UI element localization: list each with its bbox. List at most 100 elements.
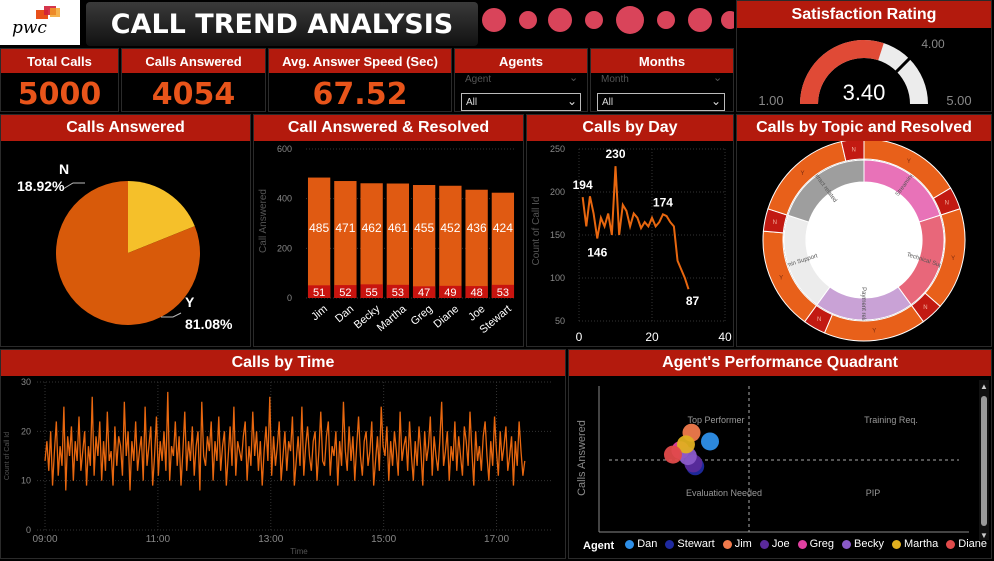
y-tick-label: 250 bbox=[550, 144, 565, 154]
bar-value-label: 485 bbox=[309, 221, 329, 235]
kpi-value: 5000 bbox=[17, 77, 102, 112]
legend-item[interactable]: Martha bbox=[892, 538, 938, 550]
chevron-down-icon: ⌄ bbox=[569, 72, 579, 84]
data-label: 230 bbox=[605, 147, 625, 161]
bar-value-label: 53 bbox=[392, 287, 404, 299]
legend-label: Greg bbox=[809, 538, 835, 550]
legend-swatch bbox=[759, 539, 769, 549]
logo: pwc bbox=[0, 0, 80, 45]
kpi-label: Avg. Answer Speed (Sec) bbox=[269, 49, 451, 73]
resolved-label: Y bbox=[907, 159, 911, 165]
y-tick-label: 0 bbox=[287, 293, 292, 303]
y-tick-label: 100 bbox=[550, 273, 565, 283]
bar-answered bbox=[412, 185, 436, 298]
bar-answered bbox=[465, 189, 488, 298]
series-line bbox=[44, 391, 526, 491]
y-tick-label: 30 bbox=[21, 377, 31, 387]
slicer-label: Agents bbox=[455, 49, 587, 73]
y-tick-label: 200 bbox=[277, 243, 292, 253]
legend-item[interactable]: Diane bbox=[946, 538, 987, 550]
bar-answered bbox=[307, 177, 331, 298]
donut-hole bbox=[806, 182, 922, 298]
x-tick-label: 0 bbox=[576, 330, 583, 344]
panel-title: Calls by Topic and Resolved bbox=[737, 115, 991, 141]
y-tick-label: 150 bbox=[550, 230, 565, 240]
legend-item[interactable]: Becky bbox=[842, 538, 884, 550]
scrollbar[interactable]: ▲ ▼ bbox=[979, 380, 989, 540]
resolved-label: N bbox=[817, 317, 821, 323]
bar-value-label: 461 bbox=[388, 221, 408, 235]
legend-label: Becky bbox=[854, 538, 885, 550]
agent-quadrant-panel: Agent's Performance Quadrant Calls Answe… bbox=[568, 349, 992, 559]
y-tick-label: 50 bbox=[555, 316, 565, 326]
bar-value-label: 55 bbox=[366, 287, 378, 299]
legend-item[interactable]: Joe bbox=[759, 538, 790, 550]
month-dropdown[interactable]: All ⌄ bbox=[597, 93, 725, 111]
kpi-total-calls: Total Calls 5000 bbox=[0, 48, 119, 112]
data-label: 87 bbox=[686, 294, 700, 308]
pie-percent-y: 81.08% bbox=[185, 316, 233, 332]
quadrant-label: PIP bbox=[866, 488, 881, 498]
kpi-label: Calls Answered bbox=[122, 49, 265, 73]
bar-value-label: 436 bbox=[467, 221, 487, 235]
legend-label: Jim bbox=[734, 538, 752, 550]
legend-item[interactable]: Jim bbox=[722, 538, 752, 550]
legend-item[interactable]: Stewart bbox=[665, 538, 715, 550]
bar-value-label: 47 bbox=[418, 287, 430, 299]
bar-value-label: 52 bbox=[339, 287, 351, 299]
legend-swatch bbox=[625, 539, 635, 549]
x-tick-label: 15:00 bbox=[371, 534, 396, 545]
agent-dropdown[interactable]: All ⌄ bbox=[461, 93, 581, 111]
bar-answered bbox=[439, 185, 462, 298]
legend-swatch bbox=[892, 539, 902, 549]
x-tick-label: 11:00 bbox=[146, 534, 171, 545]
agents-slicer: Agents Agent ⌄ All ⌄ bbox=[454, 48, 588, 112]
y-axis-label: Call Answered bbox=[258, 189, 269, 253]
pie-leader-n bbox=[62, 182, 85, 190]
x-tick-label: 17:00 bbox=[484, 534, 509, 545]
slicer-placeholder: Month bbox=[601, 74, 629, 85]
kpi-calls-answered: Calls Answered 4054 bbox=[121, 48, 266, 112]
panel-title: Calls by Time bbox=[1, 350, 565, 376]
months-slicer: Months Month ⌄ All ⌄ bbox=[590, 48, 734, 112]
calls-by-topic-donut-chart: StreamingYNTechnical SupportYNPayment re… bbox=[762, 141, 966, 342]
quadrant-label: Training Req. bbox=[864, 415, 918, 425]
calls-answered-panel: Calls Answered N 18.92% Y 81.08% bbox=[0, 114, 251, 347]
panel-title: Calls Answered bbox=[1, 115, 250, 141]
answered-resolved-bar-chart: 0200400600Call Answered 48551Jim47152Dan4… bbox=[258, 144, 516, 336]
satisfaction-panel: Satisfaction Rating 3.40 1.00 5.00 4.00 bbox=[736, 0, 992, 112]
legend-label: Stewart bbox=[677, 538, 715, 550]
legend-item[interactable]: Dan bbox=[625, 538, 657, 550]
legend-swatch bbox=[842, 539, 852, 549]
series-line bbox=[581, 166, 690, 290]
chevron-down-icon: ⌄ bbox=[566, 94, 577, 108]
dropdown-value: All bbox=[602, 97, 614, 108]
panel-title: Agent's Performance Quadrant bbox=[569, 350, 991, 376]
y-tick-label: 0 bbox=[26, 525, 31, 535]
bar-value-label: 452 bbox=[440, 221, 460, 235]
pie-label-n: N bbox=[59, 161, 69, 177]
y-tick-label: 10 bbox=[21, 476, 31, 486]
legend-swatch bbox=[946, 539, 956, 549]
chevron-down-icon: ⌄ bbox=[710, 94, 721, 108]
bar-answered bbox=[334, 181, 357, 298]
agent-quadrant-scatter: Calls Answered Top Performer Training Req.… bbox=[576, 386, 969, 533]
y-axis-label: Count of Call Id bbox=[4, 432, 11, 480]
quadrant-label: Top Performer bbox=[687, 415, 744, 425]
agent-point bbox=[664, 445, 682, 464]
resolved-label: Y bbox=[951, 256, 955, 262]
pie-percent-n: 18.92% bbox=[17, 178, 65, 194]
legend-label: Diane bbox=[958, 538, 988, 550]
data-label: 146 bbox=[587, 245, 607, 259]
y-axis-label: Count of Call Id bbox=[531, 197, 542, 266]
x-tick-label: Greg bbox=[409, 303, 435, 328]
quadrant-label: Evaluation Needed bbox=[686, 488, 762, 498]
bar-value-label: 424 bbox=[493, 221, 513, 235]
bar-value-label: 462 bbox=[362, 221, 382, 235]
bar-value-label: 471 bbox=[335, 221, 355, 235]
gauge-value: 3.40 bbox=[843, 80, 886, 105]
data-label: 174 bbox=[653, 195, 673, 209]
calls-by-time-panel: Calls by Time 0 10 20 30 Count of Call Id 09:… bbox=[0, 349, 566, 559]
bar-value-label: 455 bbox=[414, 221, 434, 235]
legend-item[interactable]: Greg bbox=[797, 538, 835, 550]
